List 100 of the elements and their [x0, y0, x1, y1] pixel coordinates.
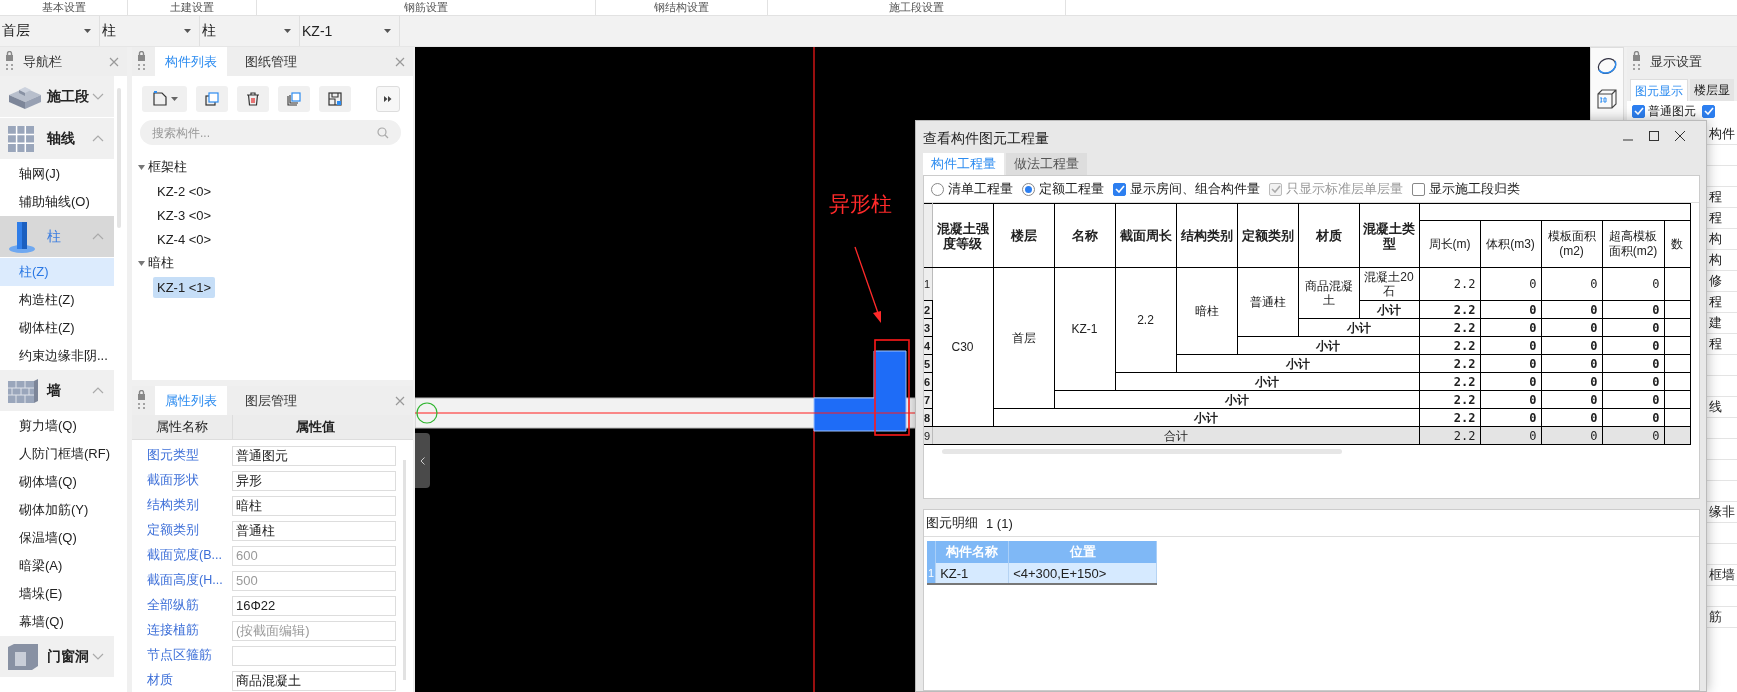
panel-title: 显示设置 [1650, 52, 1702, 71]
table-cell: 0 [1602, 267, 1664, 301]
table-cell: 小计 [1359, 300, 1419, 319]
column-header: 构件名称 [935, 541, 1009, 563]
table-cell: 0 [1541, 372, 1602, 391]
property-name: 截面形状 [146, 472, 200, 489]
table-cell: 0 [1480, 372, 1541, 391]
table-cell: 0 [1541, 318, 1602, 337]
table-cell: 2.2 [1419, 300, 1480, 319]
setting-row-text: 构 [1709, 252, 1722, 267]
setting-row-text: 程 [1709, 294, 1722, 309]
column-header: 周长(m) [1419, 220, 1480, 268]
table-cell: 小计 [1237, 336, 1419, 355]
property-name: 节点区箍筋 [146, 647, 213, 664]
property-name: 全部纵筋 [146, 597, 200, 614]
section-title: 图元明细 [926, 514, 978, 532]
table-cell: 0 [1602, 300, 1664, 319]
property-name: 截面高度(H... [146, 572, 224, 589]
column-header: 结构类别 [1176, 203, 1237, 268]
column-header: 定额类别 [1237, 203, 1298, 268]
table-cell: 0 [1480, 390, 1541, 409]
table-cell: 首层 [993, 267, 1054, 409]
setting-row-text: 修 [1709, 273, 1722, 288]
table-cell: 0 [1602, 408, 1664, 427]
row-number: 5 [924, 354, 932, 373]
table-cell: 小计 [1054, 390, 1419, 409]
checkbox-label: 只显示标准层单层量 [1286, 180, 1403, 198]
setting-row-text: 构件 [1709, 126, 1735, 141]
row-number: 1 [924, 267, 932, 301]
checkbox-label: 显示房间、组合构件量 [1130, 180, 1260, 198]
table-cell: 0 [1480, 267, 1541, 301]
column-header: 属性名称 [132, 415, 233, 439]
setting-row-text: 缘非 [1709, 504, 1735, 519]
radio-label: 定额工程量 [1039, 180, 1104, 198]
setting-row-text: 程 [1709, 189, 1722, 204]
table-cell: 普通柱 [1237, 267, 1298, 337]
table-cell: 暗柱 [1176, 267, 1237, 355]
table-cell: 0 [1541, 300, 1602, 319]
row-number: 8 [924, 408, 932, 427]
column-header: 数 [1664, 220, 1691, 268]
table-cell: 0 [1541, 336, 1602, 355]
table-cell: 小计 [1176, 354, 1419, 373]
column-header: 名称 [1054, 203, 1115, 268]
panel-title: 导航栏 [23, 52, 62, 71]
checkbox-label: 普通图元 [1648, 103, 1696, 119]
table-cell: 2.2 [1419, 354, 1480, 373]
property-name: 连接植筋 [146, 622, 200, 639]
setting-row-text: 程 [1709, 210, 1722, 225]
row-number: 6 [924, 372, 932, 391]
row-number: 7 [924, 390, 932, 409]
table-cell: 混凝土20石 [1359, 267, 1419, 301]
property-name: 材质 [146, 672, 174, 689]
table-cell: 0 [1602, 390, 1664, 409]
table-cell: 2.2 [1115, 267, 1176, 373]
table-cell: 0 [1480, 354, 1541, 373]
column-header: 截面周长 [1115, 203, 1176, 268]
column-header: 位置 [1008, 541, 1157, 563]
table-cell: 0 [1541, 267, 1602, 301]
property-name: 定额类别 [146, 522, 200, 539]
table-cell: 0 [1541, 408, 1602, 427]
table-cell: 商品混凝土 [1298, 267, 1359, 319]
table-cell: 2.2 [1419, 336, 1480, 355]
checkbox-label: 显示施工段归类 [1429, 180, 1520, 198]
row-number: 3 [924, 318, 932, 337]
table-cell: 0 [1541, 390, 1602, 409]
radio-label: 清单工程量 [948, 180, 1013, 198]
table-cell: 0 [1480, 336, 1541, 355]
table-cell: 2.2 [1419, 390, 1480, 409]
table-cell: 0 [1602, 372, 1664, 391]
column-header: 混凝土强度等级 [932, 203, 993, 268]
property-name: 结构类别 [146, 497, 200, 514]
column-header: 属性值 [294, 418, 336, 436]
table-cell: 0 [1480, 300, 1541, 319]
column-header: 楼层 [993, 203, 1054, 268]
table-cell: 0 [1480, 408, 1541, 427]
table-cell: 0 [1602, 354, 1664, 373]
row-number: 4 [924, 336, 932, 355]
column-header: 体积(m3) [1480, 220, 1541, 268]
table-cell: KZ-1 [1054, 267, 1115, 391]
table-cell: 小计 [1115, 372, 1419, 391]
property-name: 图元类型 [146, 447, 200, 464]
table-cell: 2.2 [1419, 267, 1480, 301]
row-number: 9 [924, 426, 932, 445]
setting-row-text: 筋 [1709, 609, 1722, 624]
setting-row-text: 程 [1709, 336, 1722, 351]
dialog-title: 查看构件图元工程量 [923, 130, 1049, 148]
table-cell: 0 [1602, 336, 1664, 355]
column-header: 混凝土类型 [1359, 203, 1419, 268]
table-cell: 2.2 [1419, 318, 1480, 337]
table-cell: 小计 [993, 408, 1419, 427]
table-cell: 0 [1602, 318, 1664, 337]
table-cell: 0 [1480, 318, 1541, 337]
table-cell: 2.2 [1419, 372, 1480, 391]
row-number: 2 [924, 300, 932, 319]
column-header: 模板面积(m2) [1541, 220, 1602, 268]
table-cell: 小计 [1298, 318, 1419, 337]
count-label: 1 (1) [986, 515, 1013, 531]
setting-row-text: 线 [1709, 399, 1722, 414]
setting-row-text: 构 [1709, 231, 1722, 246]
property-name: 截面宽度(B... [146, 547, 223, 564]
